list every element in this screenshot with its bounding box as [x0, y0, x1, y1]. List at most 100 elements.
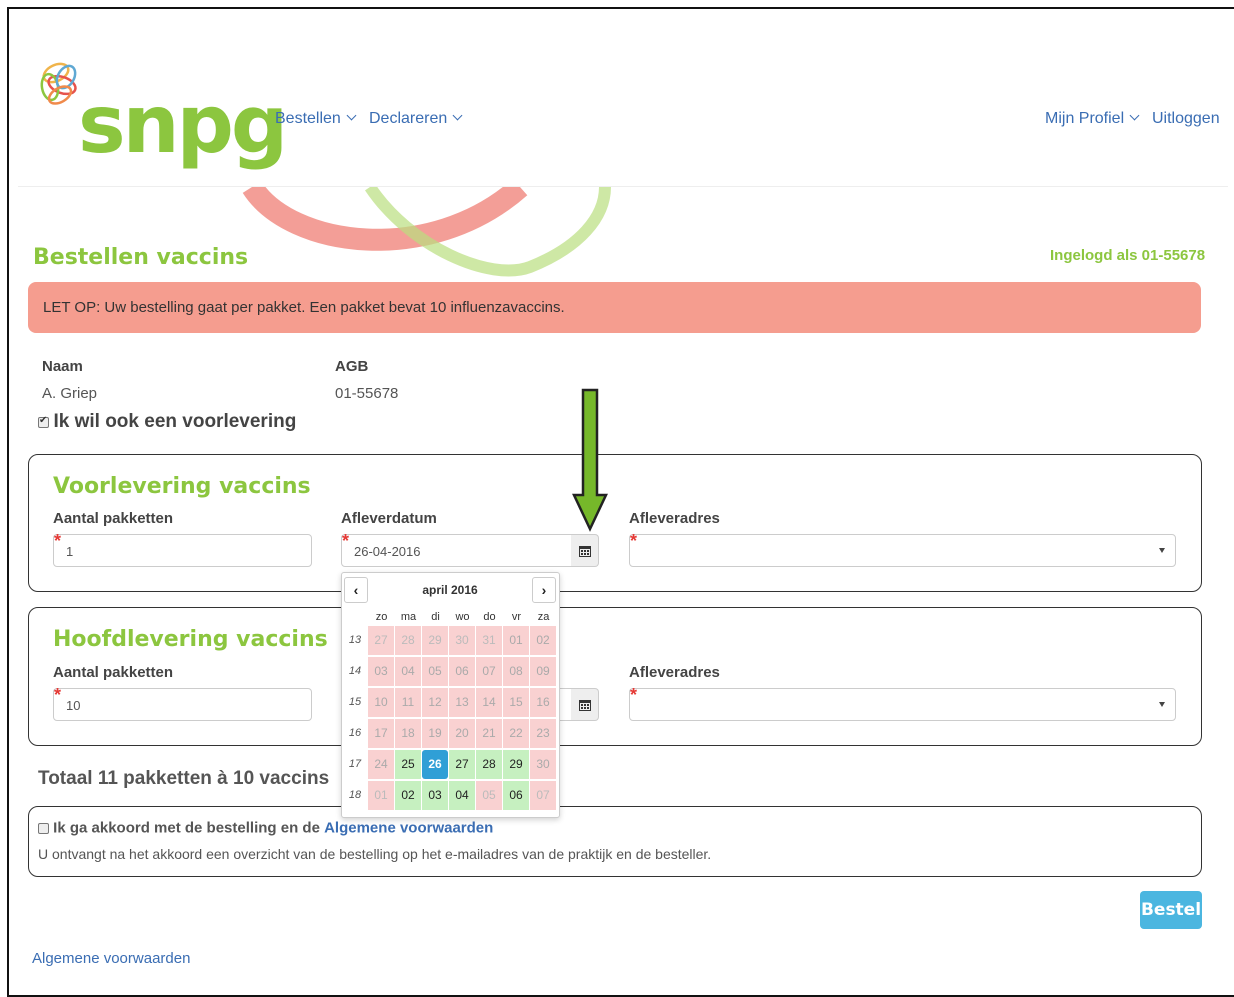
- week-number: 14: [348, 665, 362, 677]
- voorlevering-calendar-button[interactable]: [571, 534, 599, 567]
- calendar-day: 22: [503, 719, 529, 748]
- nav-declareren-label: Declareren: [369, 110, 448, 127]
- chevron-down-icon: [452, 110, 463, 121]
- terms-checkbox-row[interactable]: Ik ga akkoord met de bestelling en de Al…: [38, 819, 493, 837]
- required-icon: *: [54, 531, 62, 551]
- terms-checkbox[interactable]: [38, 822, 49, 834]
- decorative-swoosh-icon: [242, 187, 611, 277]
- nav-bestellen[interactable]: Bestellen: [275, 110, 357, 128]
- calendar-day: 09: [530, 657, 556, 686]
- calendar-day: 07: [530, 781, 556, 810]
- week-number: 18: [348, 789, 362, 801]
- hoofdlevering-adres-select[interactable]: *: [629, 685, 1176, 721]
- name-value: A. Griep: [42, 385, 98, 402]
- week-number: 13: [348, 634, 362, 646]
- calendar-day[interactable]: 25: [395, 750, 421, 779]
- datepicker-month[interactable]: april 2016: [369, 577, 531, 603]
- calendar-day: 20: [449, 719, 475, 748]
- terms-note: U ontvangt na het akkoord een overzicht …: [38, 846, 712, 862]
- calendar-day: 15: [503, 688, 529, 717]
- calendar-day: 02: [530, 626, 556, 655]
- week-number: 17: [348, 758, 362, 770]
- hoofdlevering-aantal-value: 10: [66, 698, 81, 713]
- required-icon: *: [342, 531, 350, 551]
- calendar-day: 10: [368, 688, 394, 717]
- calendar-day[interactable]: 04: [449, 781, 475, 810]
- nav-uitloggen[interactable]: Uitloggen: [1152, 110, 1220, 128]
- agb-label: AGB: [335, 358, 369, 375]
- logged-in-label: Ingelogd als 01-55678: [1050, 247, 1206, 264]
- calendar-icon: [579, 546, 591, 557]
- voorlevering-checkbox-label: Ik wil ook een voorlevering: [53, 411, 297, 432]
- calendar-day: 04: [395, 657, 421, 686]
- week-number: 16: [348, 727, 362, 739]
- calendar-day: 08: [503, 657, 529, 686]
- nav-mijn-profiel[interactable]: Mijn Profiel: [1045, 110, 1140, 128]
- terms-panel: [28, 806, 1202, 877]
- required-icon: *: [630, 685, 638, 705]
- calendar-day[interactable]: 28: [476, 750, 502, 779]
- chevron-down-icon: [346, 110, 357, 121]
- required-icon: *: [54, 685, 62, 705]
- calendar-day: 11: [395, 688, 421, 717]
- nav-declareren[interactable]: Declareren: [369, 110, 463, 128]
- hoofdlevering-aantal-input[interactable]: * 10: [53, 685, 312, 721]
- calendar-day[interactable]: 26: [422, 750, 448, 779]
- calendar-day: 24: [368, 750, 394, 779]
- datepicker-next-button[interactable]: ›: [532, 577, 556, 603]
- calendar-day: 06: [449, 657, 475, 686]
- brand-name[interactable]: snpg: [78, 80, 288, 170]
- weekday-header: zo: [375, 611, 388, 623]
- hoofdlevering-adres-label: Afleveradres: [629, 664, 720, 681]
- terms-link[interactable]: Algemene voorwaarden: [324, 820, 493, 837]
- weekday-header: wo: [455, 611, 470, 623]
- bestel-button[interactable]: Bestel: [1140, 891, 1202, 929]
- calendar-icon: [579, 700, 591, 711]
- calendar-day: 31: [476, 626, 502, 655]
- voorlevering-datum-value: 26-04-2016: [354, 544, 421, 559]
- hoofdlevering-calendar-button[interactable]: [571, 688, 599, 721]
- weekday-header: za: [537, 611, 550, 623]
- calendar-day: 01: [503, 626, 529, 655]
- name-label: Naam: [42, 358, 83, 375]
- calendar-day: 30: [530, 750, 556, 779]
- calendar-day: 19: [422, 719, 448, 748]
- calendar-day[interactable]: 29: [503, 750, 529, 779]
- agb-value: 01-55678: [335, 385, 399, 402]
- caret-down-icon: [1159, 702, 1165, 707]
- voorlevering-datum-input[interactable]: * 26-04-2016: [341, 531, 572, 567]
- alert-banner: LET OP: Uw bestelling gaat per pakket. E…: [28, 282, 1201, 333]
- voorlevering-adres-select[interactable]: *: [629, 531, 1176, 567]
- weekday-header: ma: [400, 611, 417, 623]
- week-number: 15: [348, 696, 362, 708]
- datepicker-prev-button[interactable]: ‹: [344, 577, 368, 603]
- nav-mijn-profiel-label: Mijn Profiel: [1045, 110, 1125, 127]
- weekday-header: do: [483, 611, 496, 623]
- caret-down-icon: [1159, 548, 1165, 553]
- calendar-day: 03: [368, 657, 394, 686]
- weekday-header: vr: [511, 611, 522, 623]
- weekday-header: di: [431, 611, 440, 623]
- calendar-day[interactable]: 27: [449, 750, 475, 779]
- calendar-day: 17: [368, 719, 394, 748]
- calendar-day: 01: [368, 781, 394, 810]
- required-icon: *: [630, 531, 638, 551]
- voorlevering-aantal-label: Aantal pakketten: [53, 510, 174, 527]
- voorlevering-checkbox[interactable]: [38, 415, 49, 428]
- voorlevering-title: Voorlevering vaccins: [53, 474, 311, 499]
- voorlevering-adres-label: Afleveradres: [629, 510, 720, 527]
- calendar-day: 14: [476, 688, 502, 717]
- footer-terms-link[interactable]: Algemene voorwaarden: [32, 950, 190, 967]
- calendar-day: 23: [530, 719, 556, 748]
- voorlevering-aantal-input[interactable]: * 1: [53, 531, 312, 567]
- calendar-day[interactable]: 03: [422, 781, 448, 810]
- totals-text: Totaal 11 pakketten à 10 vaccins: [38, 768, 330, 789]
- calendar-day: 05: [422, 657, 448, 686]
- voorlevering-datum-label: Afleverdatum: [341, 510, 437, 527]
- calendar-day[interactable]: 06: [503, 781, 529, 810]
- calendar-day[interactable]: 02: [395, 781, 421, 810]
- voorlevering-checkbox-row[interactable]: Ik wil ook een voorlevering: [38, 411, 296, 433]
- voorlevering-aantal-value: 1: [66, 544, 74, 559]
- datepicker-popup: ‹ april 2016 › zo ma di wo do vr za 13 27 28 29 30 3…: [341, 572, 560, 818]
- calendar-day: 29: [422, 626, 448, 655]
